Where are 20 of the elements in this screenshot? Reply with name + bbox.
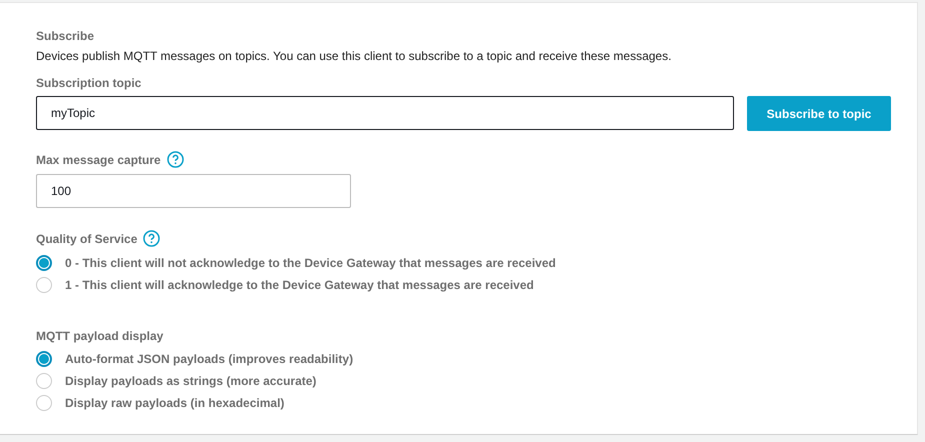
- radio-label: Display payloads as strings (more accurate): [65, 374, 316, 388]
- radio-button[interactable]: [36, 351, 52, 367]
- help-icon[interactable]: [143, 230, 160, 247]
- radio-button[interactable]: [36, 277, 52, 293]
- field-label: Quality of Service: [36, 232, 138, 246]
- radio-button[interactable]: [36, 373, 52, 389]
- section-title: Subscribe: [36, 29, 94, 43]
- radio-label: Display raw payloads (in hexadecimal): [65, 396, 284, 410]
- radio-label: Auto-format JSON payloads (improves readability): [65, 352, 354, 366]
- radio-button[interactable]: [36, 255, 52, 271]
- description: Devices publish MQTT messages on topics. You can use this client to subscribe to a topic and receive these messages.: [36, 49, 672, 63]
- help-icon[interactable]: [166, 151, 184, 168]
- capture-input-field[interactable]: 100: [36, 174, 351, 208]
- field-label: Subscription topic: [36, 76, 142, 90]
- radio-label: 0 - This client will not acknowledge to the Device Gateway that messages are received: [65, 256, 556, 270]
- radio-button[interactable]: [36, 395, 52, 411]
- field-label: Max message capture: [36, 152, 161, 166]
- topic-input-field[interactable]: myTopic: [36, 96, 734, 130]
- radio-label: 1 - This client will acknowledge to the Device Gateway that messages are received: [65, 278, 534, 292]
- field-label: MQTT payload display: [36, 329, 164, 343]
